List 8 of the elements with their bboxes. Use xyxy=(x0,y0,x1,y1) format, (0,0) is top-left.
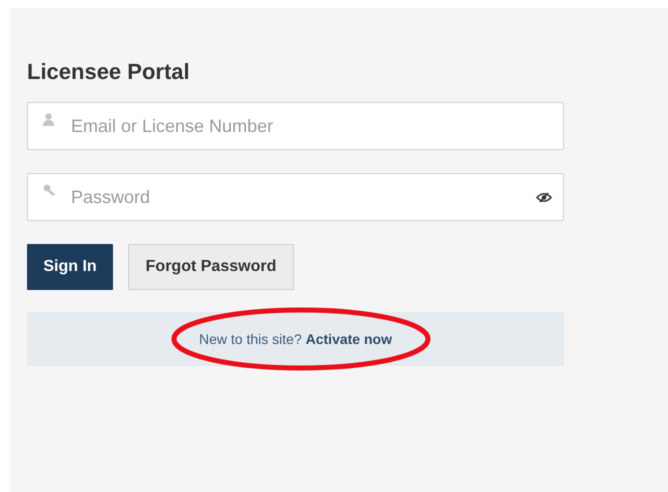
activate-link[interactable]: Activate now xyxy=(306,331,392,347)
forgot-password-button[interactable]: Forgot Password xyxy=(128,244,294,290)
input-field[interactable]: Email or License Number xyxy=(27,102,564,150)
input-field[interactable]: Password xyxy=(27,173,564,221)
portal-title: Licensee Portal xyxy=(27,58,191,86)
eye-slash-icon[interactable] xyxy=(536,192,552,203)
sign-in-button[interactable]: Sign In xyxy=(27,244,113,290)
banner-text: New to this site? xyxy=(199,331,302,347)
